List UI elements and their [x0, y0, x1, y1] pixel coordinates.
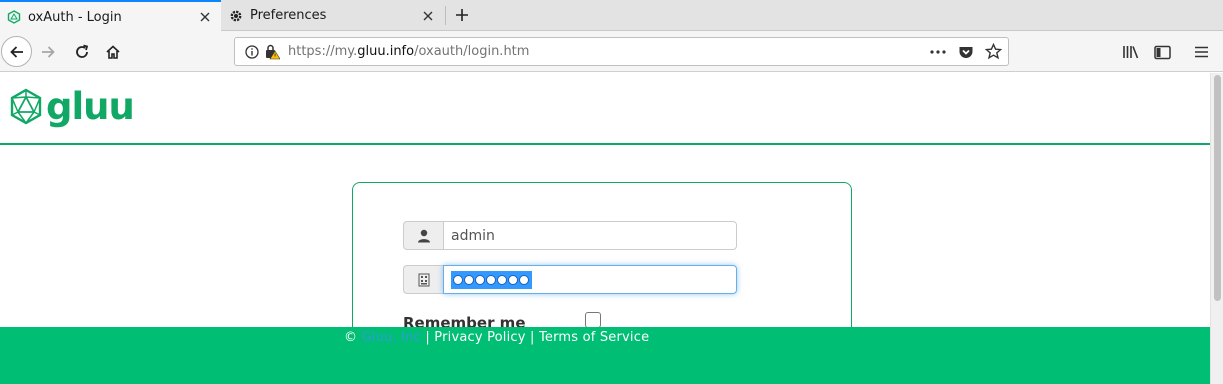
password-row — [403, 265, 737, 294]
tab-oxauth-login[interactable]: oxAuth - Login — [0, 0, 221, 32]
password-dot — [519, 274, 529, 285]
gear-icon — [228, 8, 244, 24]
scrollbar-thumb[interactable] — [1214, 75, 1221, 301]
library-icon — [1123, 46, 1139, 59]
gluu-favicon-icon — [6, 9, 22, 25]
remember-me-checkbox[interactable] — [585, 312, 601, 328]
page-scrollbar[interactable] — [1210, 73, 1223, 384]
gluu-logo[interactable]: gluu — [8, 85, 135, 128]
password-addon — [403, 265, 443, 294]
insecure-lock-icon[interactable] — [264, 44, 281, 64]
username-addon — [403, 221, 443, 250]
password-input[interactable] — [443, 265, 737, 294]
url-path: /oxauth/login.htm — [414, 44, 530, 59]
password-dot — [475, 274, 485, 285]
hamburger-icon — [1194, 46, 1208, 58]
tab-title: Preferences — [250, 8, 327, 23]
password-dot — [486, 274, 496, 285]
plus-icon — [456, 9, 468, 21]
sidebar-button[interactable] — [1152, 43, 1172, 61]
terms-of-service-link[interactable]: Terms of Service — [539, 330, 649, 345]
menu-button[interactable] — [1191, 43, 1211, 61]
user-icon — [417, 229, 430, 242]
privacy-policy-link[interactable]: Privacy Policy — [434, 330, 525, 345]
tab-title: oxAuth - Login — [28, 9, 122, 25]
company-link[interactable]: Gluu, Inc — [362, 330, 421, 345]
copyright-symbol: © — [344, 330, 358, 345]
pocket-icon[interactable] — [958, 44, 974, 64]
footer-text: © Gluu, Inc | Privacy Policy | Terms of … — [344, 330, 649, 345]
page-content: gluu admin Remember me © Gluu, Inc | Pri… — [0, 73, 1210, 384]
nav-bar: https://my.gluu.info/oxauth/login.htm — [0, 31, 1223, 72]
new-tab-button[interactable] — [450, 3, 474, 27]
url-text[interactable]: https://my.gluu.info/oxauth/login.htm — [288, 44, 529, 59]
arrow-right-icon — [42, 46, 55, 58]
reload-icon — [76, 44, 89, 58]
page-actions-icon[interactable] — [929, 44, 947, 63]
back-button[interactable] — [1, 36, 32, 67]
password-keypad-icon — [418, 273, 429, 286]
username-row: admin — [403, 221, 737, 250]
forward-button[interactable] — [38, 43, 58, 61]
arrow-left-icon — [9, 45, 23, 58]
username-value: admin — [451, 227, 495, 244]
password-mask — [451, 270, 532, 289]
url-bar[interactable]: https://my.gluu.info/oxauth/login.htm — [234, 37, 1009, 66]
close-tab-icon[interactable] — [420, 8, 436, 24]
logo-wordmark: gluu — [46, 85, 135, 128]
url-prefix: https://my. — [288, 44, 358, 59]
library-button[interactable] — [1121, 43, 1141, 61]
sidebar-icon — [1153, 45, 1171, 59]
info-icon[interactable] — [245, 44, 259, 63]
site-footer: © Gluu, Inc | Privacy Policy | Terms of … — [0, 327, 1210, 384]
site-header: gluu — [0, 73, 1210, 145]
footer-separator: | — [425, 330, 430, 345]
bookmark-star-icon[interactable] — [984, 42, 1003, 64]
reload-button[interactable] — [72, 43, 92, 61]
gluu-logo-icon — [10, 88, 42, 125]
home-button[interactable] — [103, 43, 123, 61]
password-dot — [464, 274, 474, 285]
tab-separator — [445, 6, 446, 25]
password-dot — [508, 274, 518, 285]
url-domain: gluu.info — [357, 44, 415, 59]
footer-separator: | — [530, 330, 535, 345]
username-input[interactable]: admin — [443, 221, 737, 250]
close-tab-icon[interactable] — [197, 9, 213, 25]
home-icon — [106, 45, 120, 59]
tab-strip: oxAuth - Login Preferences — [0, 0, 1223, 32]
password-dot — [453, 274, 463, 285]
tab-preferences[interactable]: Preferences — [222, 0, 444, 31]
password-dot — [497, 274, 507, 285]
